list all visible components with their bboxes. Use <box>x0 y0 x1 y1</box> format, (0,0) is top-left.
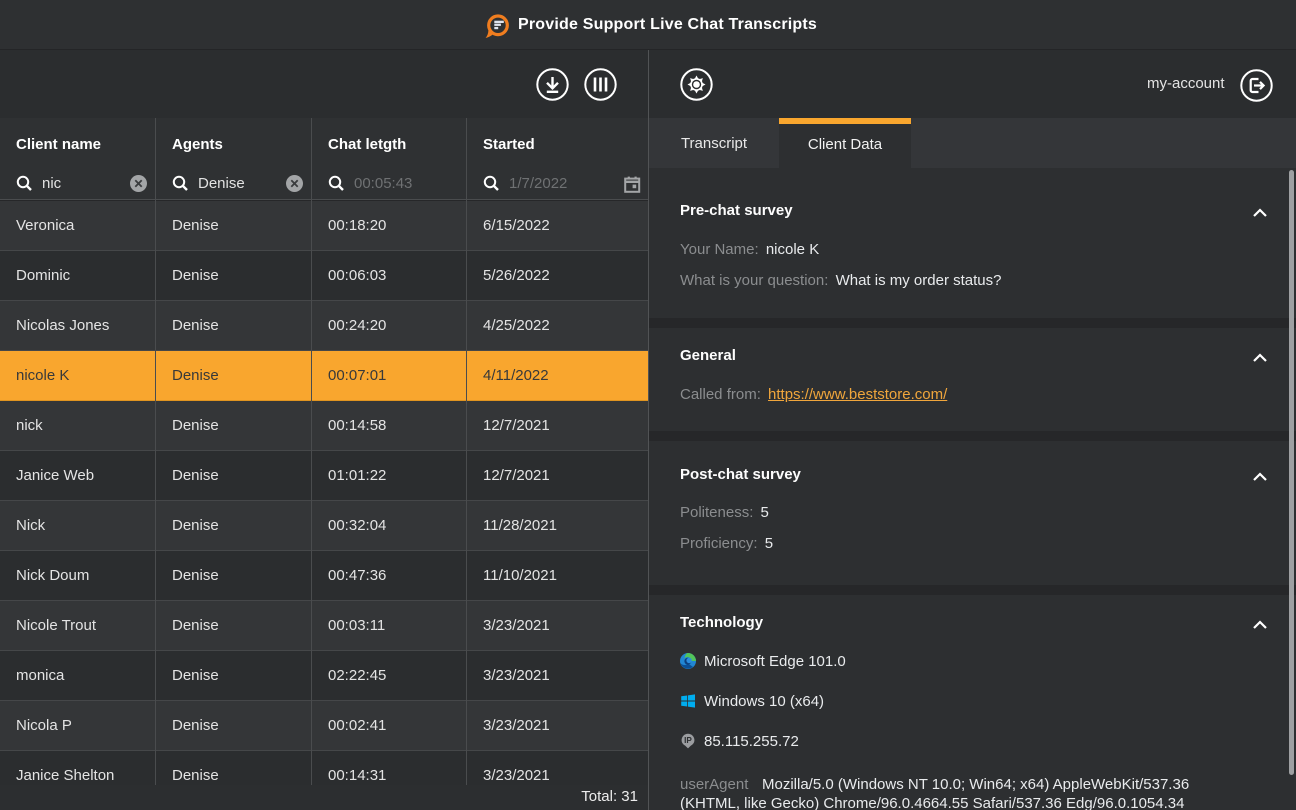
svg-text:IP: IP <box>684 736 692 745</box>
